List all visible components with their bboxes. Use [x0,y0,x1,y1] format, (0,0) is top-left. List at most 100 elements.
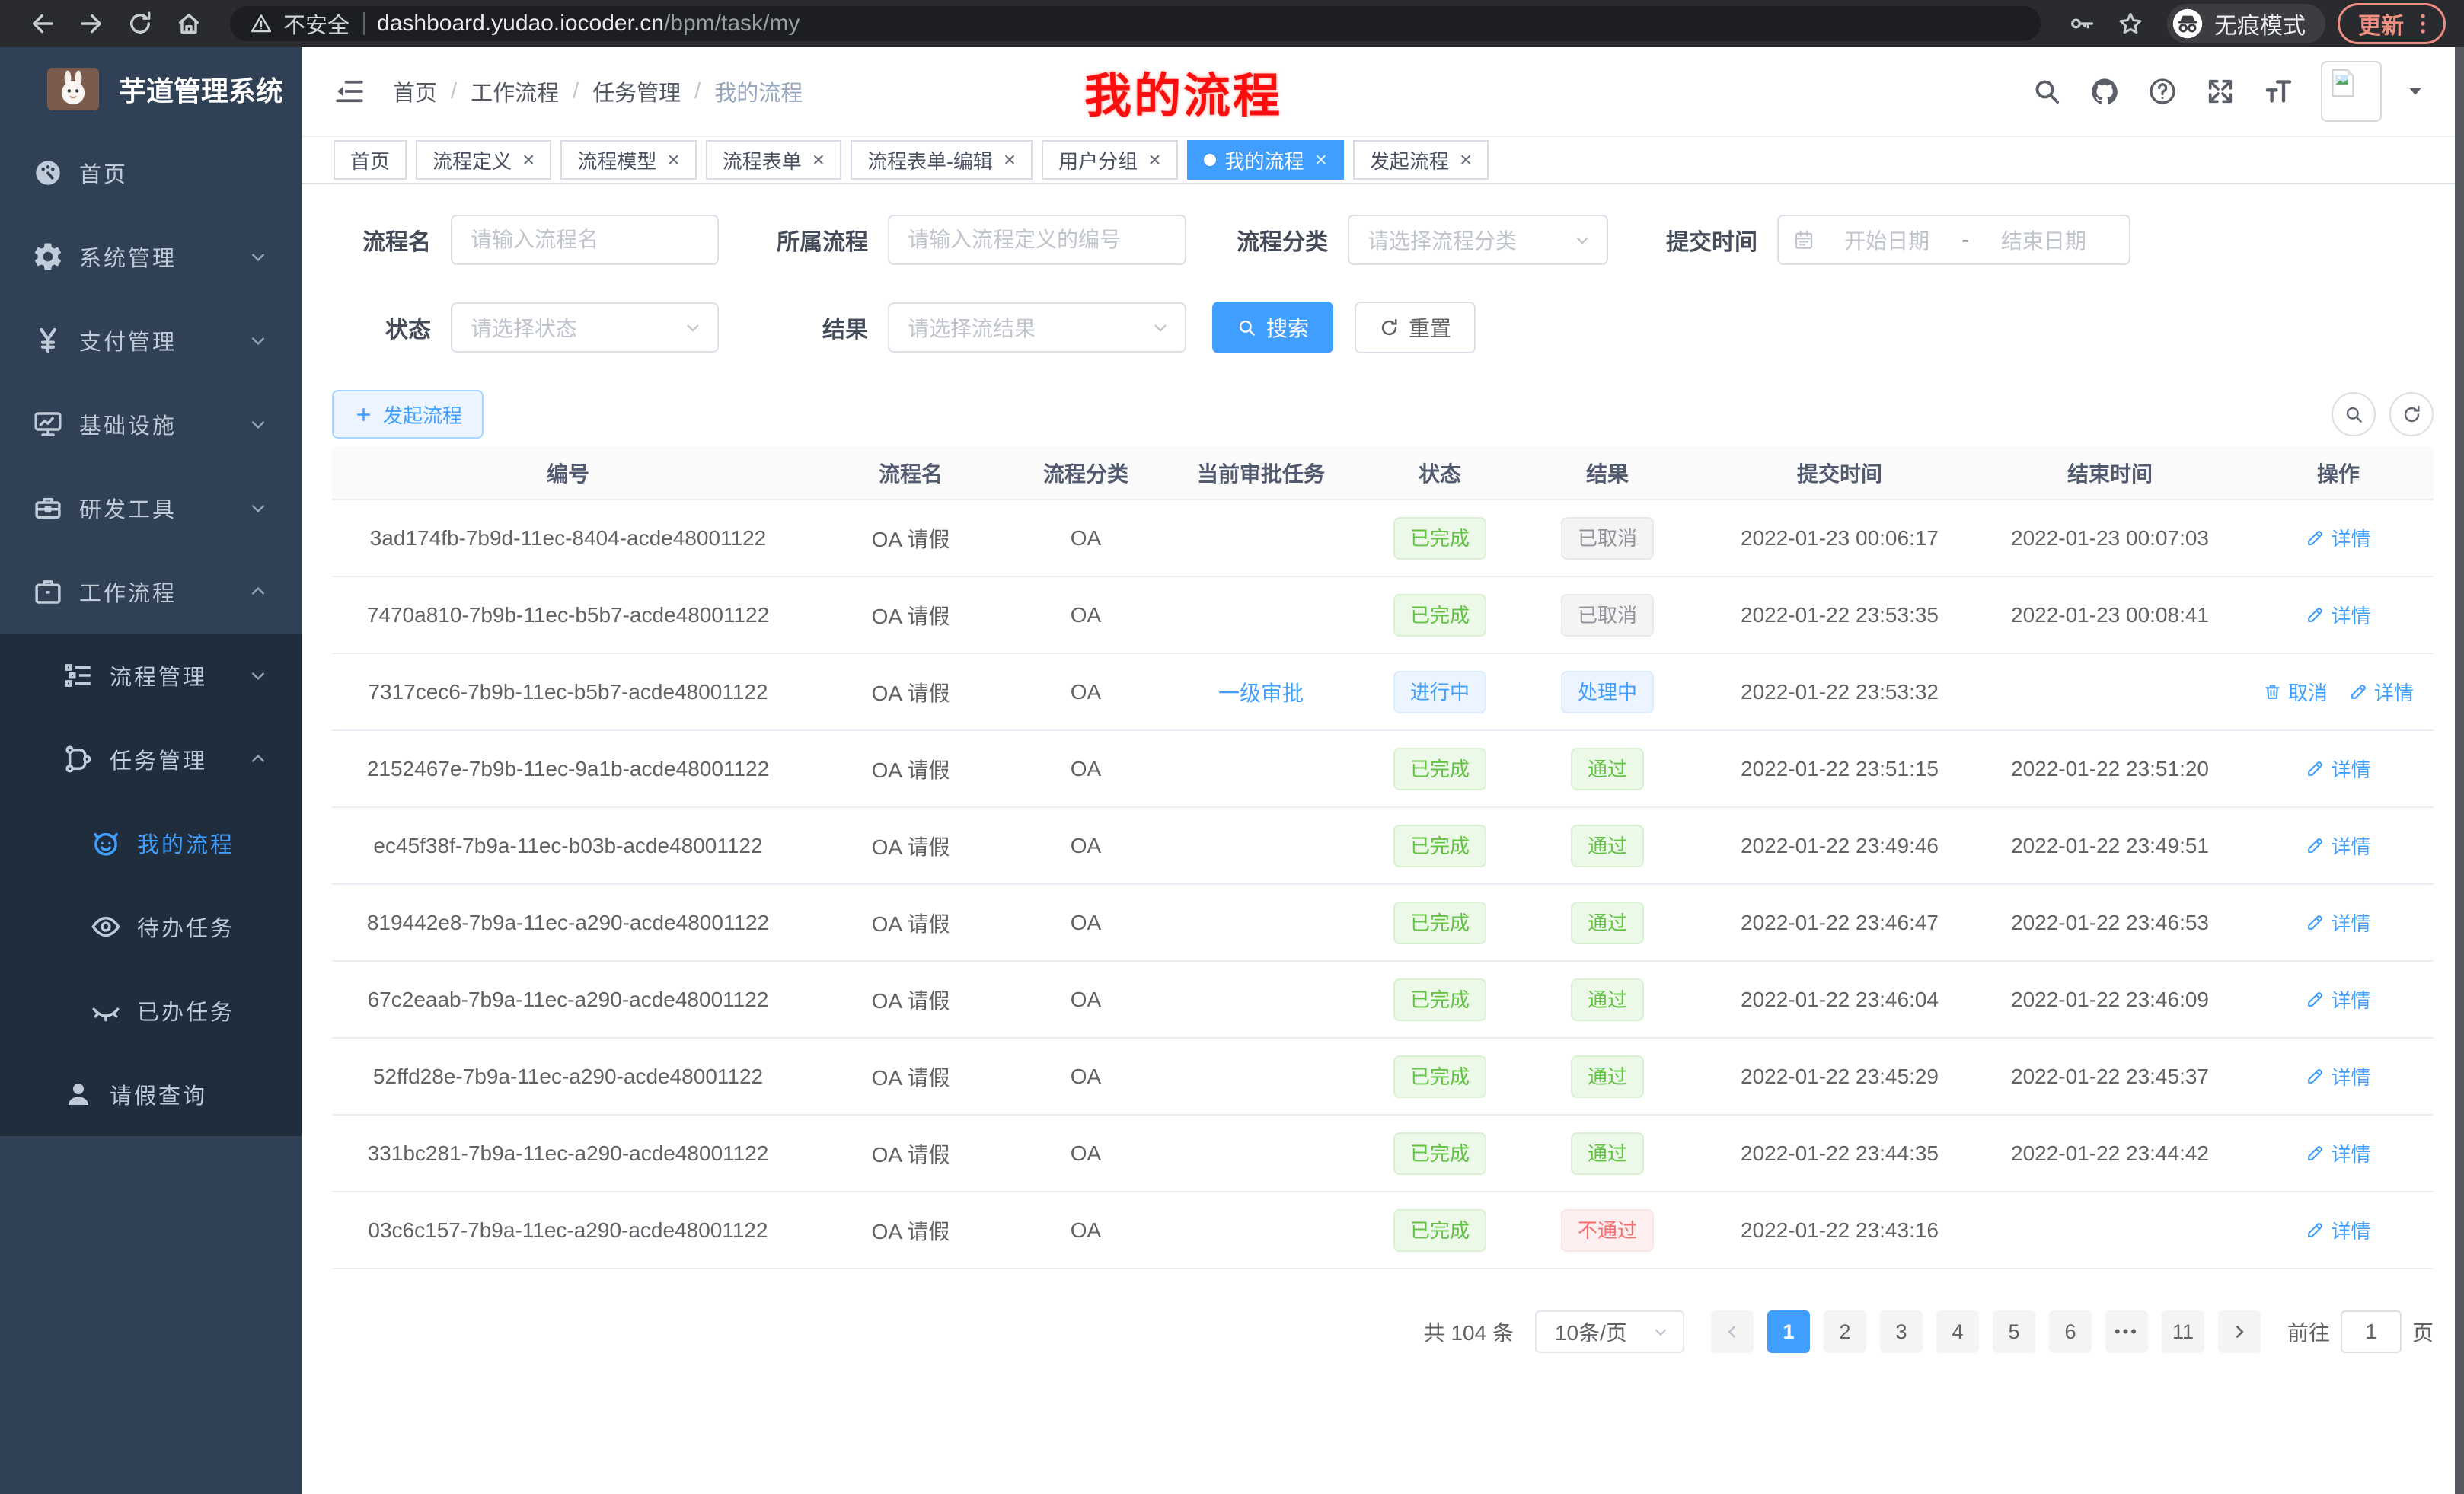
sidebar-item-my-processes[interactable]: 我的流程 [0,801,302,885]
detail-action-link[interactable]: 详情 [2306,1139,2370,1167]
cell-result: 不通过 [1512,1192,1703,1269]
cell-process-name: OA 请假 [804,730,1017,807]
detail-action-link[interactable]: 详情 [2306,755,2370,783]
address-bar[interactable]: 不安全 dashboard.yudao.iocoder.cn/bpm/task/… [230,6,2041,41]
home-icon[interactable] [175,10,203,37]
close-icon[interactable]: × [667,149,679,171]
process-name-input[interactable] [451,215,719,265]
next-page-button[interactable] [2218,1310,2261,1353]
breadcrumb-separator: / [451,79,457,104]
reload-icon[interactable] [126,10,154,37]
detail-action-link[interactable]: 详情 [2306,832,2370,860]
breadcrumb-item[interactable]: 任务管理 [592,75,681,107]
search-button[interactable]: 搜索 [1212,302,1333,353]
prev-page-button[interactable] [1711,1310,1754,1353]
page-button[interactable]: 5 [1993,1310,2035,1353]
forward-icon[interactable] [78,10,105,37]
detail-action-link[interactable]: 详情 [2306,985,2370,1014]
key-icon[interactable] [2068,10,2095,37]
reset-button[interactable]: 重置 [1355,302,1476,353]
close-icon[interactable]: × [1148,149,1160,171]
page-button[interactable]: 11 [2162,1310,2204,1353]
filter-process-name: 流程名 [332,215,719,265]
detail-action-link[interactable]: 详情 [2306,524,2370,552]
sidebar-item-payment-management[interactable]: 支付管理 [0,298,302,382]
close-icon[interactable]: × [1460,149,1472,171]
detail-action-link[interactable]: 详情 [2306,908,2370,937]
tab-process-definition[interactable]: 流程定义× [416,140,551,180]
sidebar-item-home[interactable]: 首页 [0,131,302,215]
search-toggle-button[interactable] [2332,392,2376,436]
font-size-icon[interactable] [2263,76,2293,107]
cell-current-task [1154,807,1368,884]
cell-actions: 详情 [2243,730,2434,807]
detail-action-link[interactable]: 详情 [2306,1062,2370,1090]
sidebar-item-done-tasks[interactable]: 已办任务 [0,969,302,1052]
page-button[interactable]: 4 [1936,1310,1979,1353]
cell-current-task [1154,1115,1368,1192]
breadcrumb-item[interactable]: 首页 [393,75,437,107]
close-icon[interactable]: × [522,149,535,171]
back-icon[interactable] [29,10,56,37]
browser-menu-icon[interactable] [2410,11,2436,37]
current-task-link[interactable]: 一级审批 [1218,682,1304,705]
close-icon[interactable]: × [1004,149,1016,171]
process-definition-input[interactable] [888,215,1186,265]
start-date-placeholder[interactable]: 开始日期 [1815,225,1958,255]
refresh-button[interactable] [2389,392,2434,436]
category-select[interactable]: 请选择流程分类 [1348,215,1608,265]
tab-user-group[interactable]: 用户分组× [1042,140,1177,180]
star-icon[interactable] [2117,10,2144,37]
hamburger-icon[interactable] [334,75,365,107]
more-pages-icon[interactable]: ••• [2105,1310,2148,1353]
page-size-select[interactable]: 10条/页 [1535,1310,1684,1353]
page-button[interactable]: 1 [1767,1310,1810,1353]
action-label: 详情 [2331,1139,2370,1167]
cell-result: 通过 [1512,1115,1703,1192]
update-button[interactable]: 更新 [2338,3,2446,44]
result-select[interactable]: 请选择流结果 [888,302,1186,353]
fullscreen-icon[interactable] [2205,76,2236,107]
close-icon[interactable]: × [1315,149,1327,171]
breadcrumb-item[interactable]: 工作流程 [471,75,559,107]
page-button[interactable]: 2 [1824,1310,1866,1353]
cell-actions: 详情 [2243,1115,2434,1192]
goto-page-input[interactable] [2341,1310,2402,1353]
status-select[interactable]: 请选择状态 [451,302,719,353]
sidebar-item-system-management[interactable]: 系统管理 [0,215,302,298]
window-scrollbar[interactable] [2455,47,2464,1494]
tab-process-form-edit[interactable]: 流程表单-编辑× [851,140,1033,180]
tab-my-processes[interactable]: 我的流程× [1187,140,1344,180]
close-icon[interactable]: × [812,149,825,171]
sidebar-item-todo-tasks[interactable]: 待办任务 [0,885,302,969]
date-range-picker[interactable]: 开始日期 - 结束日期 [1777,215,2130,265]
sidebar-item-workflow[interactable]: 工作流程 [0,550,302,634]
sidebar-item-infrastructure[interactable]: 基础设施 [0,382,302,466]
sidebar-item-dev-tools[interactable]: 研发工具 [0,466,302,550]
caret-down-icon[interactable] [2405,81,2426,102]
sidebar-item-leave-query[interactable]: 请假查询 [0,1052,302,1136]
help-icon[interactable] [2147,76,2178,107]
github-icon[interactable] [2089,76,2120,107]
create-process-button[interactable]: 发起流程 [332,390,484,439]
page-button[interactable]: 6 [2049,1310,2092,1353]
sidebar-item-task-management[interactable]: 任务管理 [0,717,302,801]
tab-process-model[interactable]: 流程模型× [560,140,696,180]
screen: 不安全 dashboard.yudao.iocoder.cn/bpm/task/… [0,0,2464,1494]
detail-action-link[interactable]: 详情 [2349,678,2414,706]
tab-process-form[interactable]: 流程表单× [706,140,841,180]
app-logo[interactable]: 芋道管理系统 [0,47,302,131]
cell-current-task [1154,884,1368,961]
sidebar-menu: 首页系统管理支付管理基础设施研发工具工作流程流程管理任务管理我的流程待办任务已办… [0,131,302,1136]
tab-home[interactable]: 首页 [334,140,407,180]
detail-action-link[interactable]: 详情 [2306,601,2370,629]
end-date-placeholder[interactable]: 结束日期 [1972,225,2115,255]
cancel-action-link[interactable]: 取消 [2263,678,2328,706]
tab-start-process[interactable]: 发起流程× [1353,140,1489,180]
search-icon[interactable] [2032,76,2062,107]
avatar[interactable] [2321,61,2382,122]
security-label[interactable]: 不安全 [283,8,349,40]
page-button[interactable]: 3 [1880,1310,1923,1353]
detail-action-link[interactable]: 详情 [2306,1216,2370,1244]
sidebar-item-process-management[interactable]: 流程管理 [0,634,302,717]
